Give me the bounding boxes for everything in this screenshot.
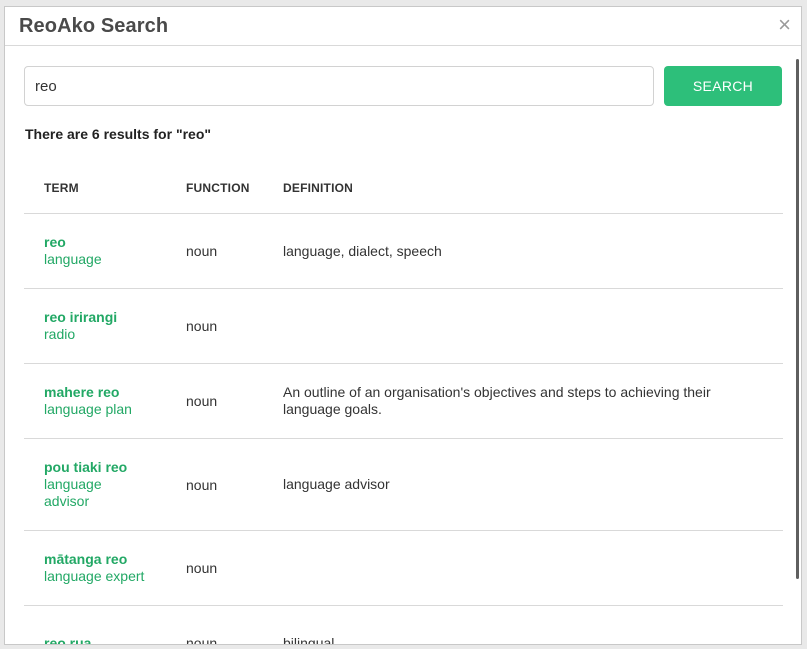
close-icon[interactable]: × bbox=[778, 14, 791, 36]
term-translation: radio bbox=[44, 326, 76, 342]
definition-cell: language, dialect, speech bbox=[263, 213, 783, 289]
term-link[interactable]: reo bbox=[44, 234, 166, 251]
term-translation: language bbox=[44, 251, 102, 267]
term-translation: language plan bbox=[44, 401, 132, 417]
function-cell: noun bbox=[166, 213, 263, 289]
term-translation: language expert bbox=[44, 568, 145, 584]
term-cell: reo irirangi radio bbox=[24, 288, 166, 364]
table-row: mahere reo language plan noun An outline… bbox=[24, 363, 783, 439]
definition-text: language advisor bbox=[283, 476, 390, 492]
table-row: mātanga reo language expert noun bbox=[24, 530, 783, 606]
term-link[interactable]: mahere reo bbox=[44, 384, 166, 401]
table-row: pou tiaki reo language advisor noun lang… bbox=[24, 438, 783, 531]
dialog-title: ReoAko Search bbox=[19, 15, 169, 37]
definition-text: bilingual bbox=[283, 634, 335, 645]
definition-cell bbox=[263, 530, 783, 606]
function-cell: noun bbox=[166, 363, 263, 439]
column-header-function: FUNCTION bbox=[166, 162, 263, 214]
term-link[interactable]: mātanga reo bbox=[44, 551, 166, 568]
search-dialog: ReoAko Search × SEARCH There are 6 resul… bbox=[4, 6, 802, 645]
term-cell: reo language bbox=[24, 213, 166, 289]
term-translation: language advisor bbox=[44, 476, 102, 509]
definition-cell: bilingual bbox=[263, 605, 783, 645]
dialog-header: ReoAko Search × bbox=[5, 7, 801, 46]
definition-cell: An outline of an organisation's objectiv… bbox=[263, 363, 783, 439]
results-summary: There are 6 results for "reo" bbox=[25, 126, 212, 142]
table-row: reo language noun language, dialect, spe… bbox=[24, 213, 783, 289]
function-cell: noun bbox=[166, 530, 263, 606]
function-cell: noun bbox=[166, 605, 263, 644]
term-cell: mahere reo language plan bbox=[24, 363, 166, 439]
column-header-term: TERM bbox=[24, 162, 166, 214]
term-link[interactable]: reo rua bbox=[44, 635, 166, 645]
definition-cell: language advisor bbox=[263, 438, 783, 531]
results-table: TERM FUNCTION DEFINITION reo language no… bbox=[24, 162, 783, 645]
definition-cell bbox=[263, 288, 783, 364]
term-cell: mātanga reo language expert bbox=[24, 530, 166, 606]
term-link[interactable]: pou tiaki reo bbox=[44, 459, 166, 476]
term-cell: pou tiaki reo language advisor bbox=[24, 438, 166, 531]
term-cell: reo rua bbox=[24, 605, 166, 645]
table-row: reo irirangi radio noun bbox=[24, 288, 783, 364]
search-input[interactable] bbox=[24, 66, 654, 106]
function-cell: noun bbox=[166, 288, 263, 364]
column-header-definition: DEFINITION bbox=[263, 162, 783, 214]
function-cell: noun bbox=[166, 438, 263, 531]
table-header-row: TERM FUNCTION DEFINITION bbox=[24, 162, 783, 214]
definition-text: An outline of an organisation's objectiv… bbox=[283, 384, 711, 417]
definition-text: language, dialect, speech bbox=[283, 242, 442, 259]
term-link[interactable]: reo irirangi bbox=[44, 309, 166, 326]
search-button[interactable]: SEARCH bbox=[664, 66, 782, 106]
table-row: reo rua noun bilingual bbox=[24, 605, 783, 645]
scrollbar[interactable] bbox=[796, 59, 799, 579]
